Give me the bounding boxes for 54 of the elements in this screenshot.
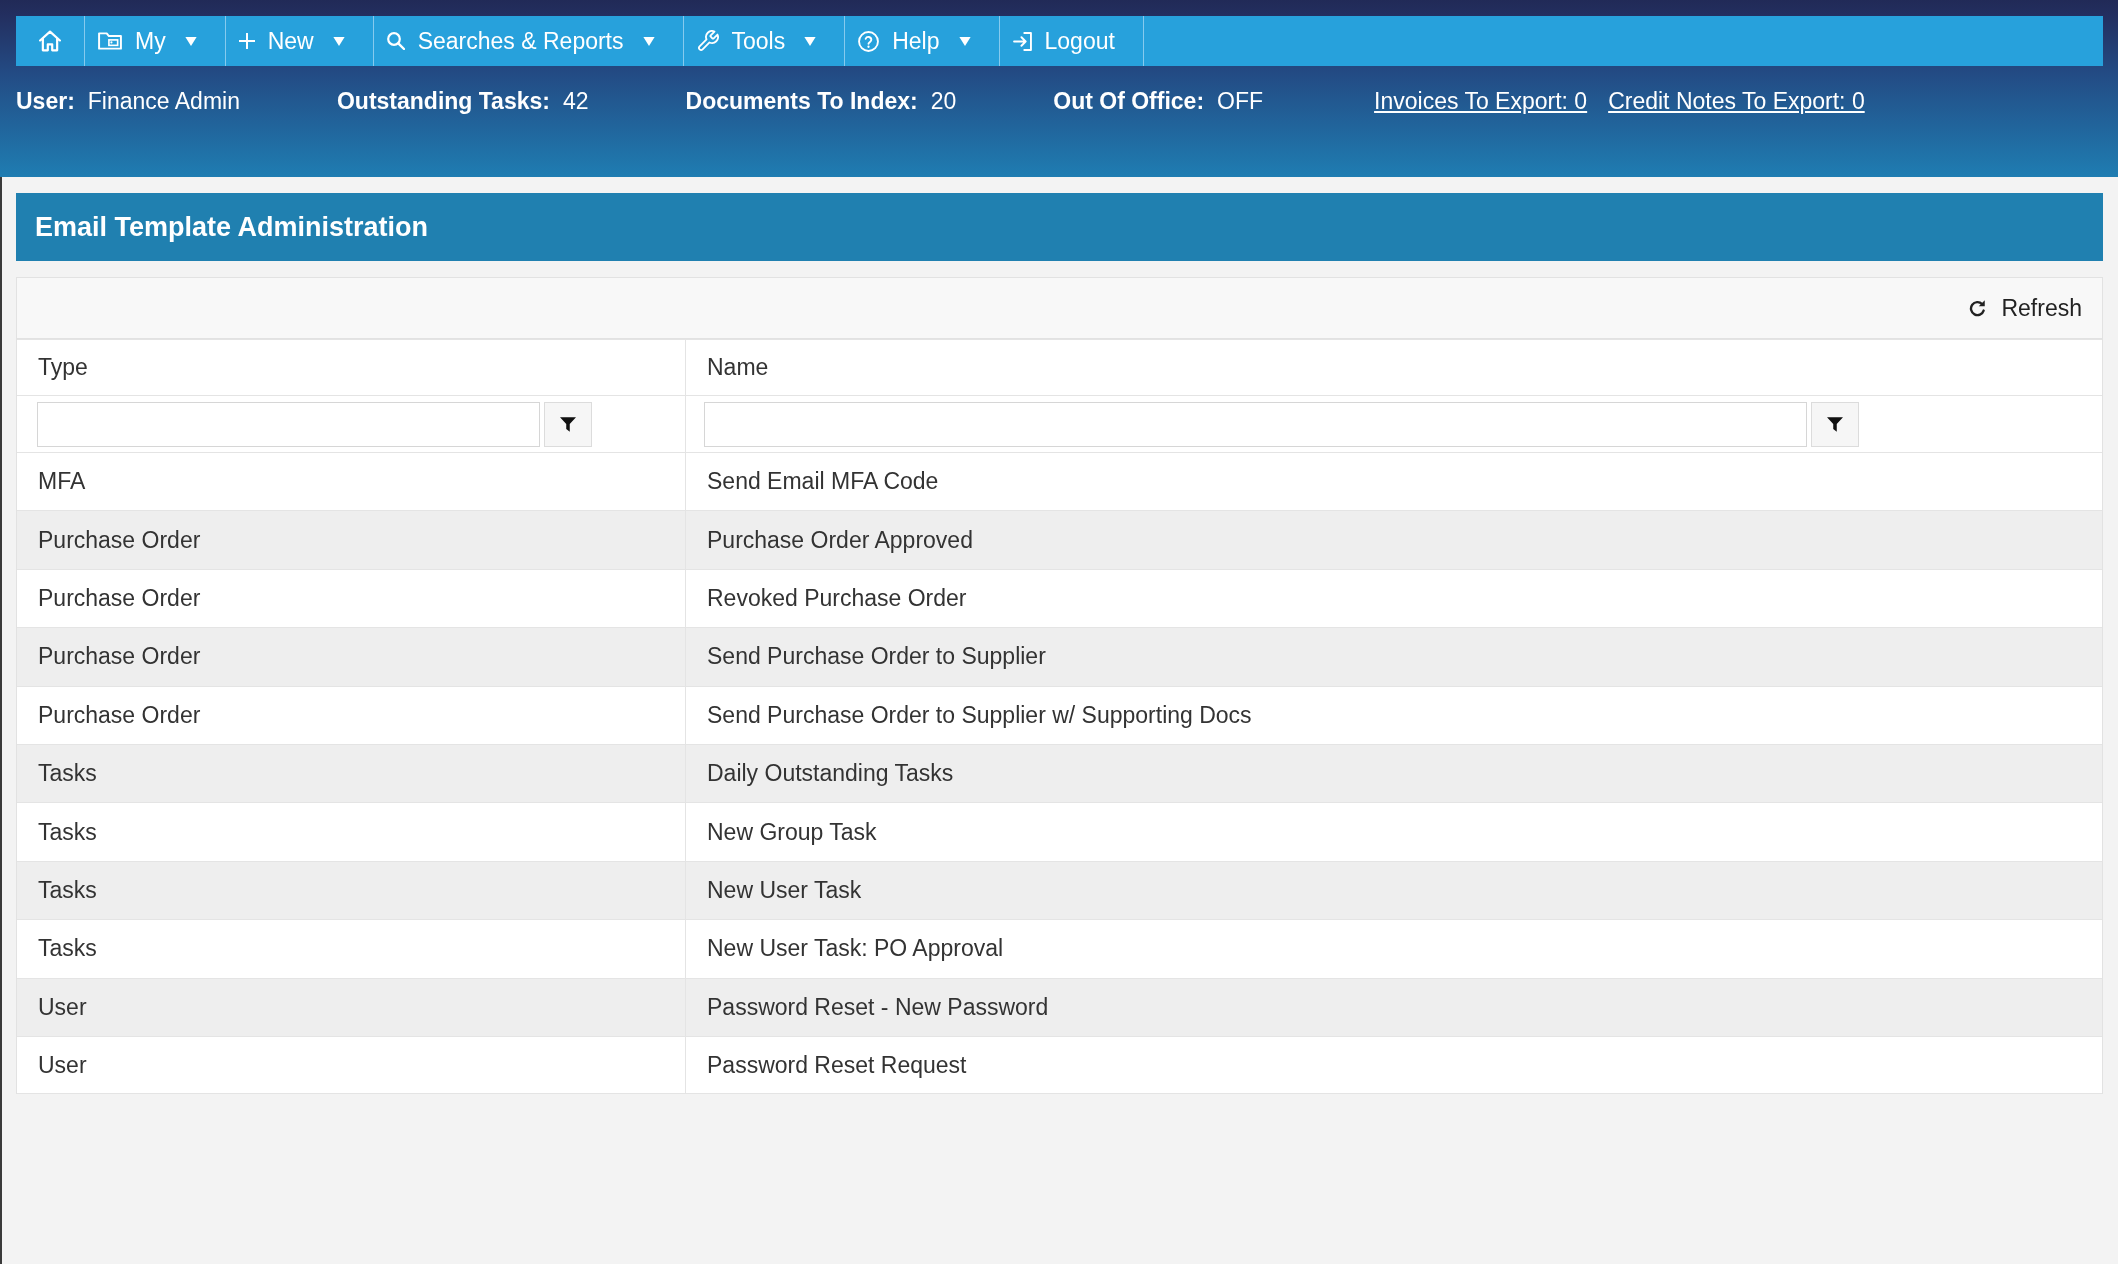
table-cell-text: New User Task: PO Approval — [706, 934, 1005, 964]
column-header: Type — [17, 340, 686, 395]
filter-input[interactable] — [704, 401, 1807, 447]
info-label: Out Of Office: — [1053, 87, 1205, 115]
table-cell-text: New Group Task — [706, 817, 878, 847]
export-link[interactable]: Credit Notes To Export: 0 — [1608, 87, 1865, 115]
info-label: Outstanding Tasks: — [336, 87, 550, 115]
table-cell-text: Daily Outstanding Tasks — [706, 759, 955, 789]
menu-button[interactable]: My — [85, 16, 226, 66]
search-icon — [386, 32, 405, 50]
table-cell: Purchase Order — [17, 511, 686, 569]
table-cell: Purchase Order — [17, 628, 686, 686]
table-cell-text: Revoked Purchase Order — [706, 583, 968, 613]
refresh-icon — [1969, 299, 1987, 317]
menu-button[interactable]: Tools — [683, 16, 846, 66]
table-cell: Tasks — [17, 861, 686, 920]
column-header: Name — [706, 353, 770, 382]
filter-input[interactable] — [37, 401, 540, 447]
table-cell: User — [17, 1036, 686, 1094]
menu-button[interactable]: New — [225, 16, 374, 66]
table-cell-text: Send Purchase Order to Supplier w/ Supporting Docs — [706, 700, 1253, 730]
home-icon — [39, 30, 61, 52]
arrow-into-box-icon — [1012, 31, 1032, 51]
wrench-icon — [696, 30, 719, 52]
info-value: 20 — [930, 87, 957, 115]
filter-icon — [1827, 416, 1843, 432]
filter-button[interactable] — [1811, 401, 1859, 447]
table-cell-text: Purchase Order Approved — [706, 525, 974, 555]
panel-title: Email Template Administration — [35, 211, 429, 243]
table-cell-text: Send Email MFA Code — [706, 467, 940, 497]
plus-icon — [238, 33, 255, 49]
info-value: Finance Admin — [87, 87, 240, 115]
table-cell-text: Password Reset Request — [706, 1050, 968, 1080]
refresh-button[interactable]: Refresh — [1969, 290, 2082, 326]
table-cell: Tasks — [17, 803, 686, 861]
table-cell: User — [17, 978, 686, 1036]
info-label: User: — [16, 87, 75, 115]
menu-button[interactable]: Logout — [999, 16, 1144, 66]
table-cell: Purchase Order — [17, 686, 686, 744]
help-icon — [858, 30, 880, 52]
info-value: OFF — [1217, 87, 1264, 115]
filter-button[interactable] — [544, 401, 592, 447]
menu-button[interactable]: Help — [845, 16, 1000, 66]
filter-icon — [560, 416, 576, 432]
table-cell-text: Password Reset - New Password — [706, 992, 1050, 1022]
table-cell-text: Send Purchase Order to Supplier — [706, 642, 1047, 672]
info-value: 42 — [562, 87, 589, 115]
export-link[interactable]: Invoices To Export: 0 — [1374, 87, 1588, 115]
table-cell-text: New User Task — [706, 875, 863, 905]
table-cell: Tasks — [17, 920, 686, 978]
table-cell: Tasks — [17, 744, 686, 803]
info-label: Documents To Index: — [685, 87, 918, 115]
menu-button[interactable]: Searches & Reports — [373, 16, 684, 66]
folder-card-icon — [98, 32, 122, 50]
